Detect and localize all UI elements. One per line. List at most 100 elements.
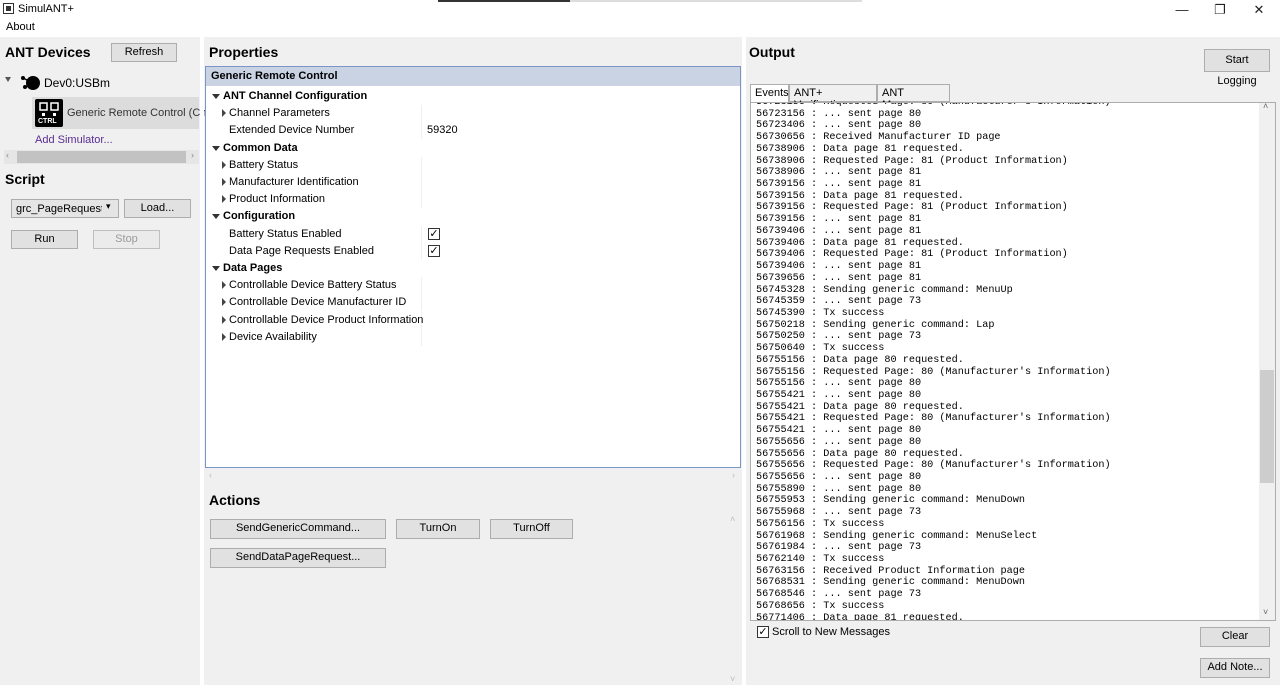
property-row[interactable]: Controllable Device Manufacturer ID [206,294,740,312]
title-bar: SimulANT+ — ❐ ✕ [0,0,1280,19]
column-divider [421,191,422,209]
script-file-select[interactable]: grc_PageRequests.p ▾ [11,199,119,218]
log-line: 56723156 : ... sent page 80 [756,108,922,120]
turn-on-button[interactable]: TurnOn [396,519,480,539]
scroll-right-icon[interactable]: › [191,150,194,160]
actions-scroll-down-icon[interactable]: ˅ [730,674,735,684]
expand-triangle-icon[interactable] [222,315,226,324]
property-row[interactable]: Controllable Device Battery Status [206,277,740,295]
property-row[interactable]: Controllable Device Product Information [206,311,740,329]
actions-vscrollbar[interactable]: ˄ ˅ [727,514,741,685]
title-accent [438,0,570,2]
log-line: 56750250 : ... sent page 73 [756,331,922,343]
expand-triangle-icon[interactable] [222,160,226,169]
run-button[interactable]: Run [11,230,78,249]
property-label: Extended Device Number [229,124,355,137]
log-vscrollbar[interactable]: ˄ ˅ [1259,101,1275,620]
events-log[interactable]: 56723156 : Requested Page: 80 (Manufactu… [750,102,1276,621]
property-label: ANT Channel Configuration [223,90,368,102]
log-line: 56768546 : ... sent page 73 [756,589,922,601]
property-label: Controllable Device Manufacturer ID [229,296,407,309]
devices-hscroll-thumb[interactable] [17,151,186,163]
device-label[interactable]: Dev0:USBm [44,76,110,90]
property-label: Controllable Device Product Information [229,313,424,326]
collapse-triangle-icon[interactable] [212,94,220,99]
refresh-button[interactable]: Refresh [111,43,177,62]
collapse-triangle-icon[interactable] [212,145,220,151]
log-line: 56745328 : Sending generic command: Menu… [756,284,1013,296]
property-row[interactable]: Battery Status Enabled ✓ [206,225,740,243]
scroll-left-icon[interactable]: ‹ [6,150,9,160]
stop-button[interactable]: Stop [93,230,160,249]
log-line: 56755421 : Requested Page: 80 (Manufactu… [756,413,1111,425]
log-line: 56768531 : Sending generic command: Menu… [756,577,1025,589]
send-generic-command-button[interactable]: SendGenericCommand... [210,519,386,539]
property-checkbox[interactable]: ✓ [428,244,440,257]
collapse-triangle-icon[interactable] [212,266,220,271]
props-scroll-right-icon[interactable]: › [732,470,735,480]
close-button[interactable]: ✕ [1249,2,1269,17]
log-line: 56755156 : ... sent page 80 [756,378,922,390]
clear-button[interactable]: Clear [1200,627,1270,647]
send-data-page-request-button[interactable]: SendDataPageRequest... [210,548,386,568]
simulator-label: Generic Remote Control (Ch0) [67,107,217,119]
left-splitter[interactable] [200,37,204,685]
tab-ant-verification[interactable]: ANT+ Verification [789,84,877,111]
property-row[interactable]: Data Page Requests Enabled ✓ [206,242,740,260]
property-grid-title: Generic Remote Control [206,67,740,86]
add-note-button[interactable]: Add Note... [1200,658,1270,678]
property-category[interactable]: Data Pages [206,260,740,277]
expand-triangle-icon[interactable] [222,109,226,118]
log-line: 56755890 : ... sent page 80 [756,483,922,495]
maximize-button[interactable]: ❐ [1210,2,1230,17]
log-line: 56750640 : Tx success [756,343,885,355]
tab-events[interactable]: Events [750,84,789,103]
log-scroll-thumb[interactable] [1260,370,1274,483]
column-divider [421,242,422,260]
collapse-triangle-icon[interactable] [212,214,220,220]
log-scroll-down-icon[interactable]: ˅ [1263,607,1268,617]
property-row[interactable]: Manufacturer Identification [206,174,740,191]
expand-triangle-icon[interactable] [222,281,226,290]
log-line: 56762140 : Tx success [756,554,885,566]
add-simulator-link[interactable]: Add Simulator... [35,134,113,146]
turn-off-button[interactable]: TurnOff [490,519,573,539]
menu-about[interactable]: About [6,21,35,33]
property-label: Data Pages [223,262,283,274]
load-button[interactable]: Load... [124,199,191,218]
expand-triangle-icon[interactable] [222,195,226,204]
props-scroll-left-icon[interactable]: ‹ [209,470,212,480]
tree-expand-icon[interactable] [5,77,11,82]
window-title: SimulANT+ [18,3,74,15]
actions-scroll-up-icon[interactable]: ˄ [730,514,735,524]
props-hscrollbar[interactable]: ‹ › [205,470,741,482]
devices-hscrollbar[interactable]: ‹ › [4,150,199,164]
property-value[interactable]: 59320 [427,124,458,136]
log-line: 56738906 : Data page 81 requested. [756,143,964,155]
property-category[interactable]: ANT Channel Configuration [206,88,740,105]
property-row[interactable]: Extended Device Number 59320 [206,122,740,140]
log-line: 56739656 : ... sent page 81 [756,272,922,284]
property-category[interactable]: Common Data [206,140,740,157]
property-row[interactable]: Device Availability [206,328,740,346]
property-row[interactable]: Channel Parameters [206,105,740,123]
property-grid[interactable]: Generic Remote Control ANT Channel Confi… [205,66,741,468]
log-line: 56755421 : Data page 80 requested. [756,401,964,413]
ctrl-icon: CTRL [35,99,63,127]
property-row[interactable]: Battery Status [206,156,740,174]
property-checkbox[interactable]: ✓ [428,227,440,240]
start-logging-button[interactable]: Start Logging [1204,49,1270,87]
expand-triangle-icon[interactable] [222,332,226,341]
log-line: 56755656 : ... sent page 80 [756,436,922,448]
right-splitter[interactable] [742,37,746,685]
property-row[interactable]: Product Information [206,191,740,209]
minimize-button[interactable]: — [1172,2,1192,17]
log-line: 56771406 : Data page 81 requested. [756,612,964,621]
property-category[interactable]: Configuration [206,208,740,225]
expand-triangle-icon[interactable] [222,178,226,186]
scroll-to-new-checkbox[interactable]: ✓ [757,626,769,638]
tab-ant-messages[interactable]: ANT Messages [877,84,950,111]
simulator-item[interactable]: CTRL Generic Remote Control (Ch0) [32,97,216,129]
expand-triangle-icon[interactable] [222,298,226,307]
log-scroll-up-icon[interactable]: ˄ [1263,101,1268,111]
